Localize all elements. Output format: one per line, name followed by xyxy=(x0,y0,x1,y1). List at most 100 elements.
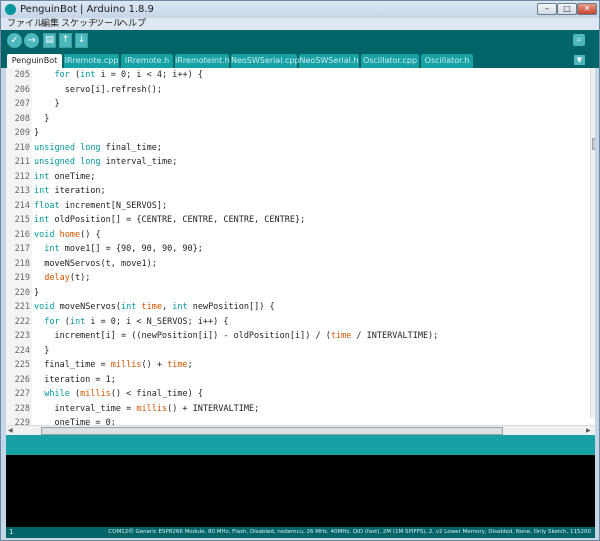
tab-penguinbot[interactable]: PenguinBot xyxy=(7,54,62,68)
code-token: () + xyxy=(141,360,168,370)
tab-irremote-h[interactable]: IRremote.h xyxy=(121,54,173,68)
line-number: 211 xyxy=(14,157,30,167)
menu-sketch[interactable]: スケッチ xyxy=(61,18,97,30)
line-number: 210 xyxy=(14,142,30,153)
code-token: int xyxy=(44,244,60,254)
code-token: } xyxy=(34,128,40,138)
horizontal-scrollbar[interactable]: ◀ ▶ xyxy=(6,425,595,435)
code-line[interactable]: unsigned long final_time; xyxy=(34,143,162,153)
code-token: unsigned xyxy=(34,142,75,153)
line-number: 208 xyxy=(14,113,30,124)
code-line[interactable]: iteration = 1; xyxy=(34,375,116,385)
status-line-number: 1 xyxy=(9,528,14,536)
line-number: 213 xyxy=(14,186,30,196)
code-line[interactable]: increment[i] = ((newPosition[i]) - oldPo… xyxy=(34,331,438,341)
code-token: } xyxy=(34,99,60,109)
code-token: (t); xyxy=(69,273,91,283)
line-number: 209 xyxy=(14,128,30,138)
code-line[interactable]: int iteration; xyxy=(34,186,106,196)
vertical-scroll-thumb[interactable] xyxy=(592,138,595,150)
code-line[interactable]: moveNServos(t, move1); xyxy=(34,259,157,269)
code-token: } xyxy=(34,113,50,124)
code-token: millis xyxy=(136,403,168,414)
open-button[interactable]: ↑ xyxy=(59,33,72,48)
minimize-button[interactable]: – xyxy=(537,3,557,15)
tabs-menu-button[interactable]: ▼ xyxy=(574,55,585,65)
horizontal-scroll-thumb[interactable] xyxy=(41,427,503,435)
code-token: moveNServos(t, move1); xyxy=(34,258,157,269)
chevron-down-icon: ▼ xyxy=(576,56,583,64)
maximize-button[interactable]: □ xyxy=(557,3,577,15)
scroll-left-icon[interactable]: ◀ xyxy=(8,426,13,435)
code-line[interactable]: delay(t); xyxy=(34,273,90,283)
title-bar: PenguinBot | Arduino 1.8.9 – □ ✕ xyxy=(1,1,599,18)
code-token: moveNServos( xyxy=(54,302,122,312)
line-number: 220 xyxy=(14,287,30,298)
new-button[interactable]: ▤ xyxy=(43,33,56,48)
code-token: } xyxy=(34,287,40,298)
tab-irremote-cpp[interactable]: IRremote.cpp xyxy=(64,54,119,68)
code-line[interactable]: void home() { xyxy=(34,230,101,240)
code-line[interactable]: for (int i = 0; i < N_SERVOS; i++) { xyxy=(34,317,228,327)
code-line[interactable]: servo[i].refresh(); xyxy=(34,85,162,95)
serial-monitor-button[interactable]: ⌕ xyxy=(573,34,585,46)
new-file-icon: ▤ xyxy=(45,35,54,45)
code-line[interactable]: int oneTime; xyxy=(34,172,95,182)
code-line[interactable]: oneTime = 0; xyxy=(34,418,115,425)
menu-bar: ファイル 編集 スケッチ ツール ヘルプ xyxy=(1,18,599,30)
upload-button[interactable]: → xyxy=(24,33,39,48)
code-token: int xyxy=(34,215,50,225)
tab-oscillator-cpp[interactable]: Oscillator.cpp xyxy=(361,54,419,68)
tab-neoswserial-h[interactable]: NeoSWSerial.h xyxy=(299,54,359,68)
console-output[interactable] xyxy=(6,455,595,527)
code-token: void xyxy=(34,229,55,240)
code-line[interactable]: } xyxy=(34,288,39,298)
code-token: iteration; xyxy=(49,186,106,196)
tab-oscillator-h[interactable]: Oscillator.h xyxy=(421,54,473,68)
line-number: 216 xyxy=(14,229,30,240)
line-number: 221 xyxy=(14,302,30,312)
menu-file[interactable]: ファイル xyxy=(7,18,43,30)
line-number: 207 xyxy=(14,99,30,109)
code-editor[interactable]: 205 206 207 208 209 210 211 212 213 214 215 216 217 2… xyxy=(6,68,595,425)
line-number: 218 xyxy=(14,258,30,269)
code-token: ( xyxy=(69,389,81,399)
code-line[interactable]: } xyxy=(34,128,39,138)
tab-neoswserial-cpp[interactable]: NeoSWSerial.cpp xyxy=(231,54,300,68)
menu-help[interactable]: ヘルプ xyxy=(119,18,146,30)
code-line[interactable]: final_time = millis() + time; xyxy=(34,360,192,370)
verify-button[interactable]: ✓ xyxy=(7,33,22,48)
code-line[interactable]: float increment[N_SERVOS]; xyxy=(34,201,167,211)
code-token: time xyxy=(167,360,188,370)
code-token: int xyxy=(121,302,137,312)
code-token: } xyxy=(34,345,50,356)
code-line[interactable]: } xyxy=(34,99,60,109)
menu-tools[interactable]: ツール xyxy=(95,18,122,30)
code-line[interactable]: unsigned long interval_time; xyxy=(34,157,177,167)
line-number: 217 xyxy=(14,244,30,254)
code-line[interactable]: } xyxy=(34,114,49,124)
code-line[interactable]: while (millis() < final_time) { xyxy=(34,389,203,399)
code-line[interactable]: int oldPosition[] = {CENTRE, CENTRE, CEN… xyxy=(34,215,305,225)
window-title: PenguinBot | Arduino 1.8.9 xyxy=(20,4,154,15)
code-token: final_time = xyxy=(34,360,111,370)
menu-edit[interactable]: 編集 xyxy=(41,18,59,30)
status-bar: 1 COM12の Generic ESP8266 Module, 80 MHz,… xyxy=(6,527,595,538)
line-number: 227 xyxy=(14,389,30,399)
code-line[interactable]: } xyxy=(34,346,49,356)
code-line[interactable]: for (int i = 0; i < 4; i++) { xyxy=(34,70,202,80)
code-line[interactable]: void moveNServos(int time, int newPositi… xyxy=(34,302,275,312)
arrow-down-icon: ↓ xyxy=(77,35,86,45)
close-button[interactable]: ✕ xyxy=(577,3,597,15)
tab-irremoteint-h[interactable]: IRremoteInt.h xyxy=(175,54,230,68)
line-number: 225 xyxy=(14,360,30,370)
save-button[interactable]: ↓ xyxy=(75,33,88,48)
code-line[interactable]: int move1[] = {90, 90, 90, 90}; xyxy=(34,244,203,254)
line-number: 206 xyxy=(14,84,30,95)
vertical-scrollbar[interactable] xyxy=(590,68,595,418)
code-line[interactable]: interval_time = millis() + INTERVALTIME; xyxy=(34,404,259,414)
code-token: interval_time; xyxy=(100,157,178,167)
scroll-right-icon[interactable]: ▶ xyxy=(586,426,591,435)
